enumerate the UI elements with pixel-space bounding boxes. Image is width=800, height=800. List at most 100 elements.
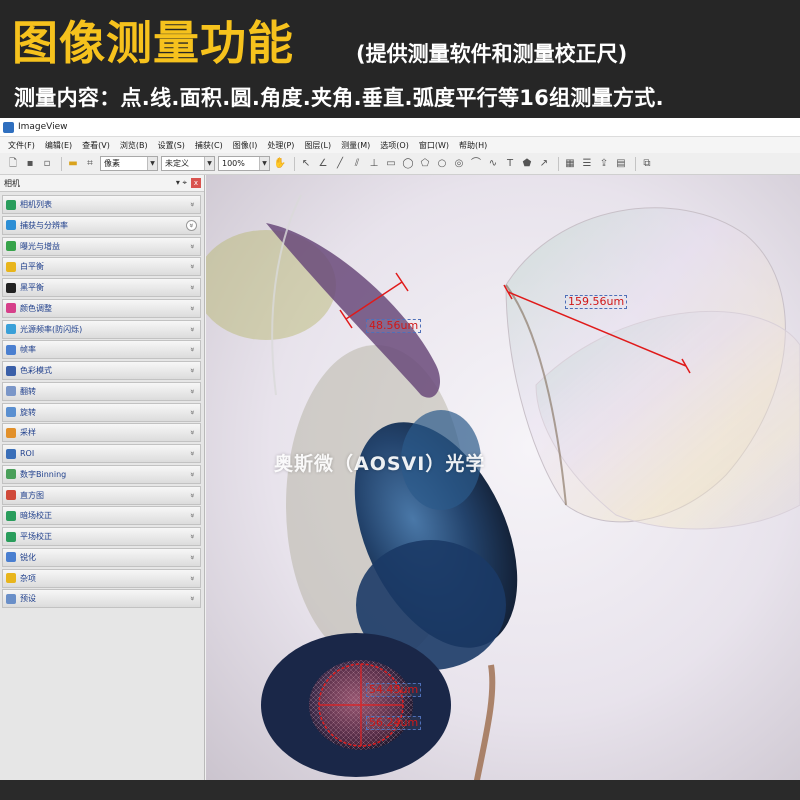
open-folder-icon[interactable]: ▬ [66, 157, 80, 171]
chevron-down-icon[interactable]: » [187, 430, 198, 435]
hand-pan-icon[interactable]: ✋ [273, 157, 287, 171]
chevron-down-icon[interactable]: » [187, 555, 198, 560]
chevron-down-icon[interactable]: » [187, 451, 198, 456]
chevron-down-icon[interactable]: » [187, 493, 198, 498]
polygon-icon[interactable]: ⬠ [418, 157, 432, 171]
wing-length-label[interactable]: 159.56um [565, 295, 628, 309]
chevron-down-icon[interactable]: » [187, 513, 198, 518]
sampling-icon [6, 427, 16, 438]
save-as-icon[interactable]: ▫ [40, 157, 54, 171]
menu-settings[interactable]: 设置(S) [158, 140, 185, 151]
parallel-lines-icon[interactable]: ⫽ [350, 157, 364, 171]
window-options-icon[interactable]: ⧉ [640, 157, 654, 171]
chevron-down-icon[interactable]: » [187, 534, 198, 539]
panel-section-item[interactable]: 帧率 » [2, 340, 201, 360]
perpendicular-icon[interactable]: ⊥ [367, 157, 381, 171]
chevron-down-icon[interactable]: » [187, 327, 198, 332]
line-icon[interactable]: ╱ [333, 157, 347, 171]
panel-section-item[interactable]: 光源频率(防闪烁) » [2, 319, 201, 339]
chevron-down-icon[interactable]: » [187, 202, 198, 207]
panel-section-label: 色彩模式 [20, 366, 52, 375]
panel-section-item[interactable]: 数字Binning » [2, 464, 201, 484]
panel-section-label: 黑平衡 [20, 283, 44, 292]
menu-process[interactable]: 处理(P) [267, 140, 294, 151]
eye-height-label[interactable]: 56.24um [366, 716, 422, 730]
circle-icon[interactable]: ○ [435, 157, 449, 171]
panel-section-item[interactable]: 锐化 » [2, 547, 201, 567]
panel-section-item[interactable]: 暗场校正 » [2, 506, 201, 526]
arrow-line-icon[interactable]: ↗ [537, 157, 551, 171]
chevron-down-icon[interactable]: » [187, 368, 198, 373]
report-icon[interactable]: ▤ [614, 157, 628, 171]
menu-measure[interactable]: 测量(M) [341, 140, 370, 151]
panel-section-item[interactable]: 预设 » [2, 589, 201, 609]
eye-width-label[interactable]: 54.45um [366, 683, 422, 697]
flip-icon [6, 386, 16, 397]
panel-section-item[interactable]: 采样 » [2, 423, 201, 443]
panel-section-item[interactable]: 翻转 » [2, 381, 201, 401]
menu-browse[interactable]: 浏览(B) [120, 140, 148, 151]
menu-window[interactable]: 窗口(W) [419, 140, 449, 151]
chevron-down-icon[interactable]: » [187, 576, 198, 581]
panel-section-item[interactable]: 杂项 » [2, 568, 201, 588]
rectangle-icon[interactable]: ▭ [384, 157, 398, 171]
menu-help[interactable]: 帮助(H) [459, 140, 487, 151]
menu-file[interactable]: 文件(F) [8, 140, 35, 151]
menu-layer[interactable]: 图层(L) [304, 140, 331, 151]
pin-icon[interactable]: ▾ ⌖ [176, 177, 187, 189]
chevron-down-icon[interactable]: » [187, 285, 198, 290]
select-arrow-icon[interactable]: ↖ [299, 157, 313, 171]
chevron-down-icon[interactable]: » [187, 264, 198, 269]
panel-section-item[interactable]: 相机列表 » [2, 195, 201, 214]
panel-section-item[interactable]: 黑平衡 » [2, 278, 201, 297]
chevron-down-icon[interactable]: » [187, 347, 198, 352]
panel-section-item[interactable]: 捕获与分辨率 » [2, 215, 201, 235]
panel-section-item[interactable]: 旋转 » [2, 402, 201, 422]
arc-icon[interactable]: ⌒ [469, 157, 483, 171]
panel-section-item[interactable]: 白平衡 » [2, 257, 201, 277]
panel-section-item[interactable]: 颜色调整 » [2, 298, 201, 318]
chevron-down-icon[interactable]: » [187, 389, 198, 394]
leg-length-label[interactable]: 48.56um [366, 319, 422, 333]
panel-section-item[interactable]: 直方图 » [2, 485, 201, 505]
toolbar-divider [294, 156, 295, 171]
chevron-down-icon[interactable]: » [187, 244, 198, 249]
calibrate-icon[interactable]: ⌗ [83, 157, 97, 171]
rotate-icon [6, 407, 16, 417]
menu-capture[interactable]: 捕获(C) [195, 140, 223, 151]
panel-section-item[interactable]: 色彩模式 » [2, 361, 201, 380]
title-bar: ImageView [0, 118, 800, 137]
menu-options[interactable]: 选项(O) [380, 140, 409, 151]
image-viewer[interactable]: 48.56um 159.56um 54.45um 56.24um 奥斯微（AOS… [206, 175, 800, 780]
close-icon[interactable]: x [191, 178, 201, 188]
pentagon-icon[interactable]: ⬟ [520, 157, 534, 171]
panel-section-item[interactable]: 平场校正 » [2, 527, 201, 546]
save-icon[interactable]: ▪ [23, 157, 37, 171]
menu-view[interactable]: 查看(V) [82, 140, 110, 151]
menu-edit[interactable]: 编辑(E) [45, 140, 72, 151]
angle-icon[interactable]: ∠ [316, 157, 330, 171]
zoom-select-value: 100% [222, 159, 245, 168]
calibration-select[interactable]: 未定义 ▼ [161, 156, 215, 171]
panel-section-item[interactable]: ROI » [2, 444, 201, 463]
panel-section-label: 暗场校正 [20, 511, 52, 521]
color-mode-icon [6, 365, 16, 376]
ellipse-icon[interactable]: ◯ [401, 157, 415, 171]
chevron-down-icon[interactable]: » [187, 472, 198, 477]
new-file-icon[interactable]: 🗋 [6, 157, 20, 171]
zoom-select[interactable]: 100% ▼ [218, 156, 270, 171]
concentric-circle-icon[interactable]: ◎ [452, 157, 466, 171]
panel-section-label: 光源频率(防闪烁) [20, 324, 83, 334]
unit-select[interactable]: 像素 ▼ [100, 156, 158, 171]
chevron-down-icon[interactable]: » [187, 306, 198, 311]
chevron-down-icon[interactable]: » [187, 596, 198, 601]
panel-section-item[interactable]: 曝光与增益 » [2, 236, 201, 256]
export-icon[interactable]: ⇪ [597, 157, 611, 171]
menu-image[interactable]: 图像(I) [233, 140, 258, 151]
chevron-down-icon[interactable]: » [187, 410, 198, 415]
grid-icon[interactable]: ▦ [563, 157, 577, 171]
curve-icon[interactable]: ∿ [486, 157, 500, 171]
layers-icon[interactable]: ☰ [580, 157, 594, 171]
chevron-down-icon[interactable]: » [186, 219, 197, 231]
text-icon[interactable]: T [503, 157, 517, 171]
